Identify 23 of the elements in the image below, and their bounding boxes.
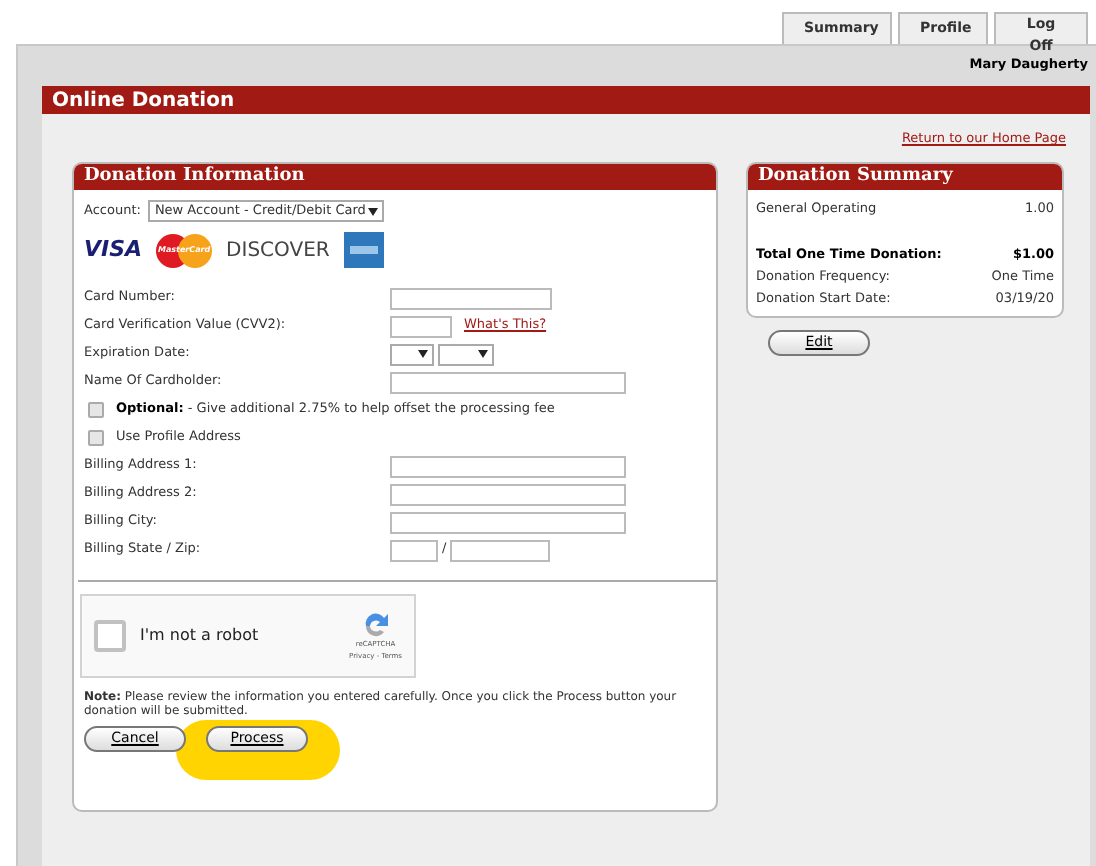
input-field[interactable] [390,455,626,477]
checkbox[interactable] [88,430,104,446]
dropdown[interactable] [438,343,494,365]
dropdown[interactable] [390,343,434,365]
caret-icon [478,350,488,358]
input-field[interactable] [450,539,551,561]
card-title: Donation Summary [758,164,953,190]
caret-icon [418,350,428,358]
input-field[interactable] [390,539,438,561]
input-field[interactable] [390,315,452,337]
input-field[interactable] [390,371,626,393]
caret-icon [368,207,379,215]
visa-logo: VISA [84,233,143,266]
page-title: Online Donation [52,87,235,115]
input-field[interactable] [390,511,626,533]
discover-logo: DISCOVER [226,237,330,265]
input-field[interactable] [390,483,626,505]
amex-logo-icon [343,232,384,268]
captcha-label: I'm not a robot [140,624,261,648]
checkbox[interactable] [88,402,104,418]
input-field[interactable] [390,287,552,309]
captcha-checkbox[interactable] [94,620,126,652]
card-title: Donation Information [84,164,305,190]
